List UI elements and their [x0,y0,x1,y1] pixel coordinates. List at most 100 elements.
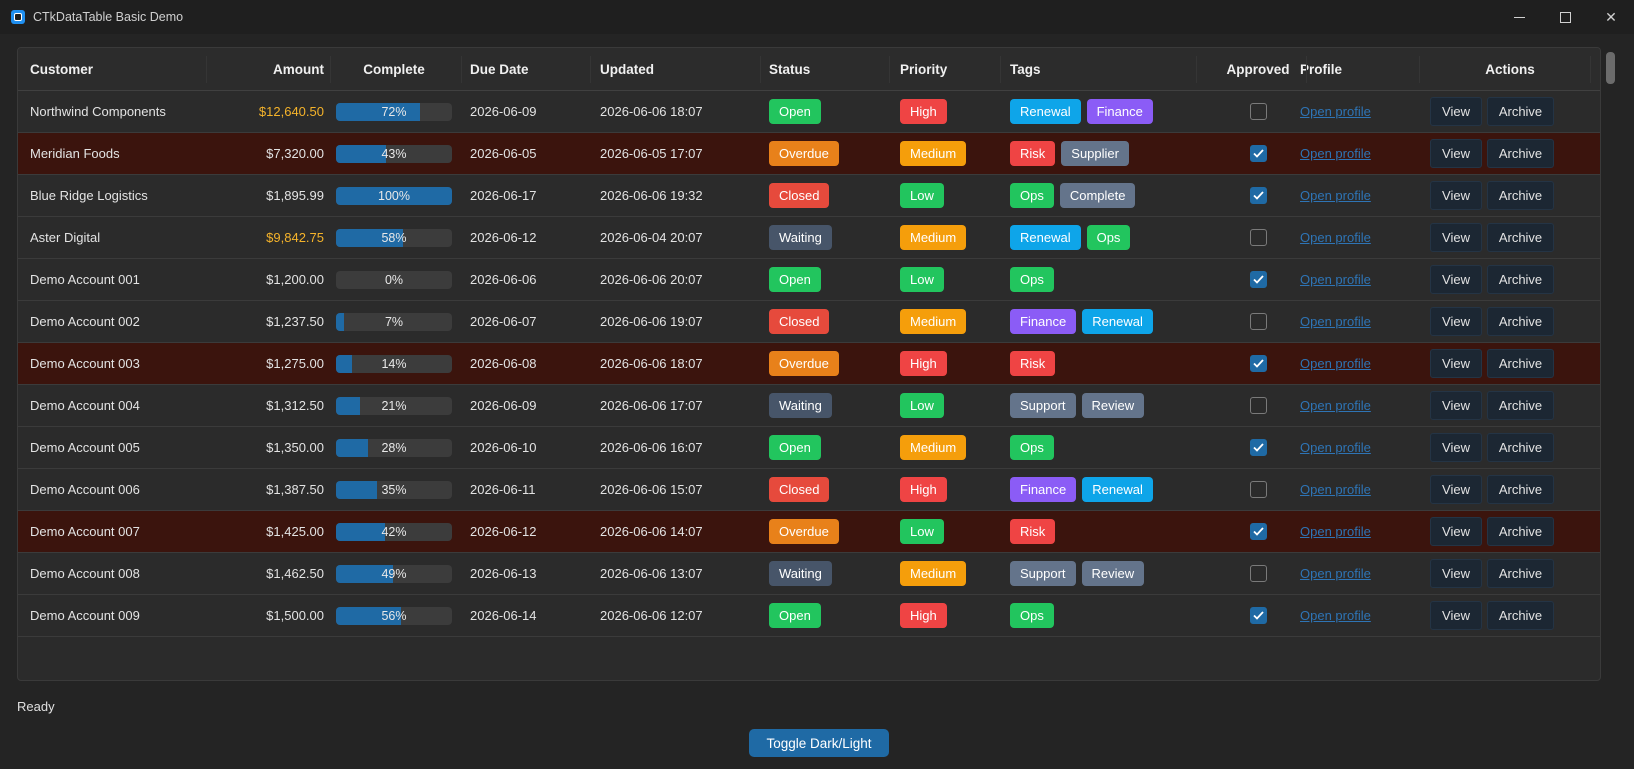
view-button[interactable]: View [1430,349,1482,378]
open-profile-link[interactable]: Open profile [1300,566,1371,581]
column-header-status[interactable]: Status [769,48,889,90]
approved-checkbox[interactable] [1249,523,1267,540]
table-row[interactable]: Blue Ridge Logistics $1,895.99 100% 2026-06… [18,175,1600,217]
column-separator[interactable] [461,56,462,83]
column-separator[interactable] [1419,56,1420,83]
approved-checkbox[interactable] [1249,565,1267,582]
column-separator[interactable] [1196,56,1197,83]
minimize-button[interactable] [1496,0,1542,34]
archive-button[interactable]: Archive [1487,307,1554,336]
view-button[interactable]: View [1430,139,1482,168]
table-row[interactable]: Demo Account 003 $1,275.00 14% 2026-06-08 20… [18,343,1600,385]
status-cell: Open [769,427,889,468]
view-button[interactable]: View [1430,433,1482,462]
approved-checkbox[interactable] [1249,145,1267,162]
column-separator[interactable] [1590,56,1591,83]
approved-checkbox[interactable] [1249,103,1267,120]
approved-checkbox[interactable] [1249,397,1267,414]
open-profile-link[interactable]: Open profile [1300,440,1371,455]
amount-value: $1,200.00 [266,272,324,287]
tags-cell: Ops Complete [1010,175,1210,216]
view-button[interactable]: View [1430,517,1482,546]
vertical-scrollbar[interactable] [1606,52,1615,84]
open-profile-link[interactable]: Open profile [1300,146,1371,161]
open-profile-link[interactable]: Open profile [1300,104,1371,119]
approved-checkbox[interactable] [1249,481,1267,498]
table-row[interactable]: Aster Digital $9,842.75 58% 2026-06-12 2026-… [18,217,1600,259]
column-header-actions[interactable]: Actions [1430,48,1590,90]
column-header-priority[interactable]: Priority [900,48,1000,90]
maximize-button[interactable] [1542,0,1588,34]
open-profile-link[interactable]: Open profile [1300,398,1371,413]
column-header-approved[interactable]: Approved [1208,48,1308,90]
view-button[interactable]: View [1430,559,1482,588]
table-row[interactable]: Northwind Components $12,640.50 72% 2026-06… [18,91,1600,133]
approved-checkbox[interactable] [1249,271,1267,288]
view-button[interactable]: View [1430,475,1482,504]
view-button[interactable]: View [1430,223,1482,252]
view-button[interactable]: View [1430,601,1482,630]
approved-checkbox[interactable] [1249,313,1267,330]
archive-button[interactable]: Archive [1487,559,1554,588]
view-button[interactable]: View [1430,97,1482,126]
actions-cell: View Archive [1430,133,1590,174]
approved-checkbox[interactable] [1249,187,1267,204]
column-separator[interactable] [889,56,890,83]
table-row[interactable]: Demo Account 001 $1,200.00 0% 2026-06-06 202… [18,259,1600,301]
view-button[interactable]: View [1430,181,1482,210]
archive-button[interactable]: Archive [1487,97,1554,126]
archive-button[interactable]: Archive [1487,391,1554,420]
table-row[interactable]: Demo Account 006 $1,387.50 35% 2026-06-11 20… [18,469,1600,511]
archive-button[interactable]: Archive [1487,349,1554,378]
column-separator[interactable] [206,56,207,83]
approved-checkbox[interactable] [1249,439,1267,456]
profile-cell: Open profile [1300,427,1410,468]
archive-button[interactable]: Archive [1487,139,1554,168]
archive-button[interactable]: Archive [1487,601,1554,630]
column-header-complete[interactable]: Complete [330,48,458,90]
approved-checkbox[interactable] [1249,355,1267,372]
table-row[interactable]: Demo Account 007 $1,425.00 42% 2026-06-12 20… [18,511,1600,553]
column-header-amount[interactable]: Amount [198,48,324,90]
table-row[interactable]: Meridian Foods $7,320.00 43% 2026-06-05 2026… [18,133,1600,175]
open-profile-link[interactable]: Open profile [1300,188,1371,203]
column-separator[interactable] [1000,56,1001,83]
close-button[interactable]: ✕ [1588,0,1634,34]
column-separator[interactable] [1306,56,1307,83]
open-profile-link[interactable]: Open profile [1300,524,1371,539]
open-profile-link[interactable]: Open profile [1300,230,1371,245]
toggle-theme-button[interactable]: Toggle Dark/Light [749,729,889,757]
column-separator[interactable] [590,56,591,83]
column-header-updated[interactable]: Updated [600,48,760,90]
view-button[interactable]: View [1430,307,1482,336]
view-button[interactable]: View [1430,391,1482,420]
column-header-due-date[interactable]: Due Date [470,48,590,90]
column-separator[interactable] [330,56,331,83]
table-row[interactable]: Demo Account 005 $1,350.00 28% 2026-06-10 20… [18,427,1600,469]
view-button[interactable]: View [1430,265,1482,294]
column-header-tags[interactable]: Tags [1010,48,1210,90]
open-profile-link[interactable]: Open profile [1300,272,1371,287]
archive-button[interactable]: Archive [1487,433,1554,462]
table-row[interactable]: Demo Account 008 $1,462.50 49% 2026-06-13 20… [18,553,1600,595]
table-row[interactable]: Demo Account 009 $1,500.00 56% 2026-06-14 20… [18,595,1600,637]
approved-checkbox[interactable] [1249,607,1267,624]
archive-button[interactable]: Archive [1487,223,1554,252]
archive-button[interactable]: Archive [1487,181,1554,210]
archive-button[interactable]: Archive [1487,265,1554,294]
column-header-profile[interactable]: Profile [1300,48,1410,90]
tag-chip: Ops [1010,603,1054,628]
approved-checkbox[interactable] [1249,229,1267,246]
progress-bar: 49% [336,564,452,583]
amount-cell: $1,895.99 [198,175,324,216]
column-separator[interactable] [760,56,761,83]
column-header-customer[interactable]: Customer [30,48,210,90]
open-profile-link[interactable]: Open profile [1300,314,1371,329]
open-profile-link[interactable]: Open profile [1300,608,1371,623]
open-profile-link[interactable]: Open profile [1300,482,1371,497]
archive-button[interactable]: Archive [1487,517,1554,546]
archive-button[interactable]: Archive [1487,475,1554,504]
open-profile-link[interactable]: Open profile [1300,356,1371,371]
table-row[interactable]: Demo Account 002 $1,237.50 7% 2026-06-07 202… [18,301,1600,343]
table-row[interactable]: Demo Account 004 $1,312.50 21% 2026-06-09 20… [18,385,1600,427]
